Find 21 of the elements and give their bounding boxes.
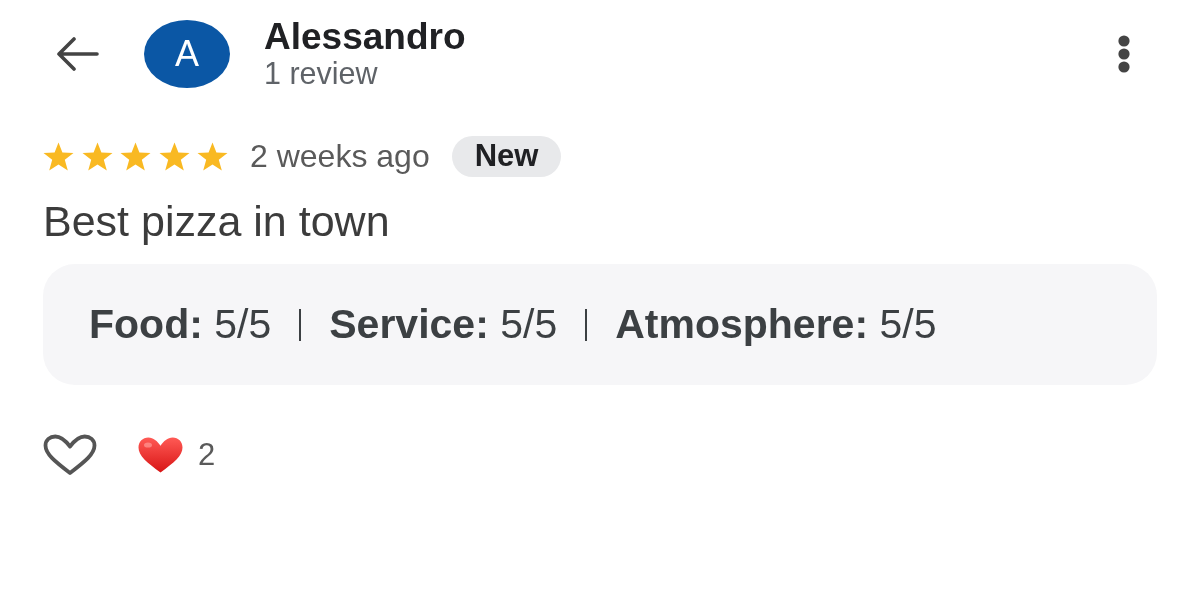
- aspect-rating: Service: 5/5: [329, 301, 558, 349]
- star-icon: [158, 142, 190, 171]
- reaction-count: 2: [198, 437, 216, 472]
- back-arrow-icon: [55, 37, 99, 71]
- heart-icon: [138, 436, 183, 473]
- more-options-icon: [1118, 35, 1130, 73]
- like-button[interactable]: [43, 434, 97, 476]
- review-count: 1 review: [264, 56, 379, 91]
- review-time: 2 weeks ago: [250, 138, 430, 175]
- more-options-button[interactable]: [1118, 35, 1130, 73]
- star-icon: [120, 142, 151, 171]
- star-icon: [43, 142, 74, 171]
- star-icon: [81, 142, 113, 171]
- aspect-rating: Atmosphere: 5/5: [615, 301, 937, 349]
- back-button[interactable]: [55, 37, 99, 71]
- review-text: Best pizza in town: [43, 198, 391, 246]
- avatar: A: [144, 20, 230, 88]
- reviewer-name[interactable]: Alessandro: [264, 17, 466, 57]
- aspect-rating: Food: 5/5: [89, 301, 272, 349]
- star-icon: [197, 142, 228, 171]
- new-badge: New: [451, 136, 562, 177]
